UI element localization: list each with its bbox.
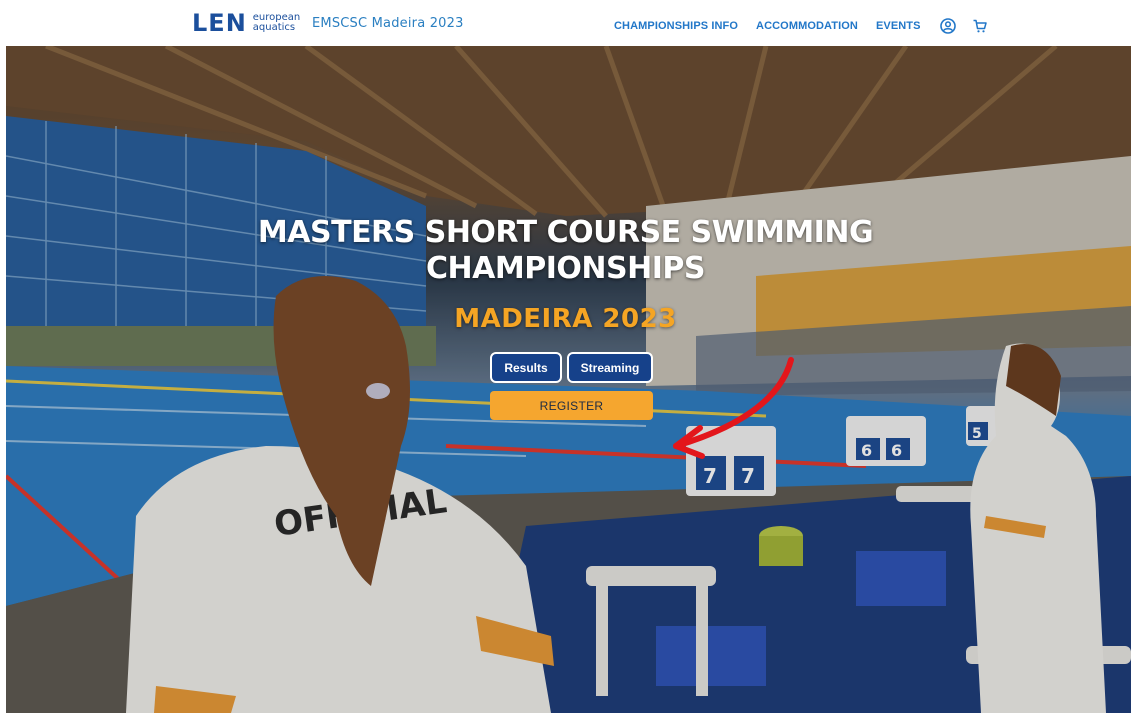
logo-line2: aquatics: [252, 22, 296, 33]
hero-title-line1: MASTERS SHORT COURSE SWIMMING: [257, 215, 874, 250]
nav-events[interactable]: EVENTS: [876, 20, 921, 32]
site-name[interactable]: EMSCSC Madeira 2023: [312, 16, 464, 31]
user-circle-icon[interactable]: [939, 17, 957, 35]
main-nav: CHAMPIONSHIPS INFO ACCOMMODATION EVENTS: [614, 17, 1003, 35]
results-button[interactable]: Results: [490, 352, 562, 383]
logo-mark: LEN: [192, 9, 247, 37]
cart-icon[interactable]: [971, 17, 989, 35]
len-logo[interactable]: LEN european aquatics: [192, 9, 300, 37]
logo-text: european aquatics: [253, 13, 300, 33]
streaming-button[interactable]: Streaming: [567, 352, 653, 383]
nav-championships-info[interactable]: CHAMPIONSHIPS INFO: [614, 20, 738, 32]
nav-accommodation[interactable]: ACCOMMODATION: [756, 20, 858, 32]
top-navbar: LEN european aquatics EMSCSC Madeira 202…: [0, 0, 1131, 46]
register-button[interactable]: REGISTER: [490, 391, 653, 420]
red-arrow-annotation: [656, 346, 806, 471]
hero-title-line2: CHAMPIONSHIPS: [426, 251, 705, 286]
hero-subtitle: MADEIRA 2023: [454, 304, 677, 334]
